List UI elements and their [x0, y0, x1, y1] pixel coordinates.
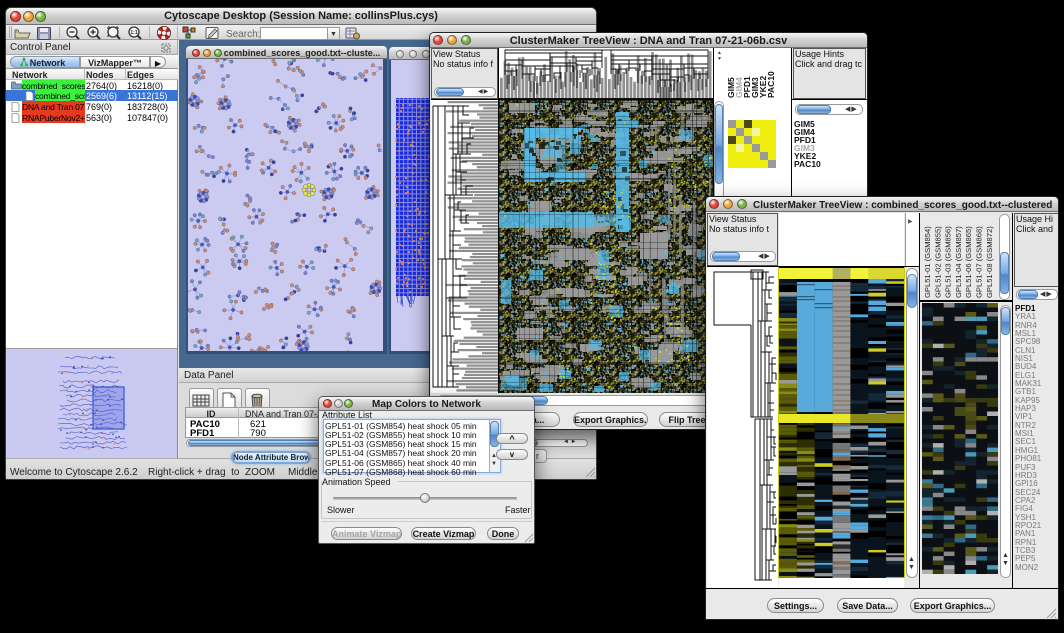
svg-text:PAC10: PAC10	[766, 71, 776, 98]
svg-text:GPL51-02 (GSM855): GPL51-02 (GSM855)	[933, 226, 942, 298]
svg-text:1:1: 1:1	[130, 30, 137, 36]
svg-text:GPL51-06 (GSM865): GPL51-06 (GSM865)	[964, 226, 973, 298]
svg-text:GPL51-03 (GSM856): GPL51-03 (GSM856)	[944, 226, 953, 298]
svg-text:GPL51-07 (GSM868): GPL51-07 (GSM868)	[975, 226, 984, 298]
svg-text:GPL51-08 (GSM872): GPL51-08 (GSM872)	[985, 226, 994, 298]
svg-text:GPL51-04 (GSM857): GPL51-04 (GSM857)	[954, 226, 963, 298]
svg-text:GPL51-01 (GSM854): GPL51-01 (GSM854)	[923, 226, 932, 298]
